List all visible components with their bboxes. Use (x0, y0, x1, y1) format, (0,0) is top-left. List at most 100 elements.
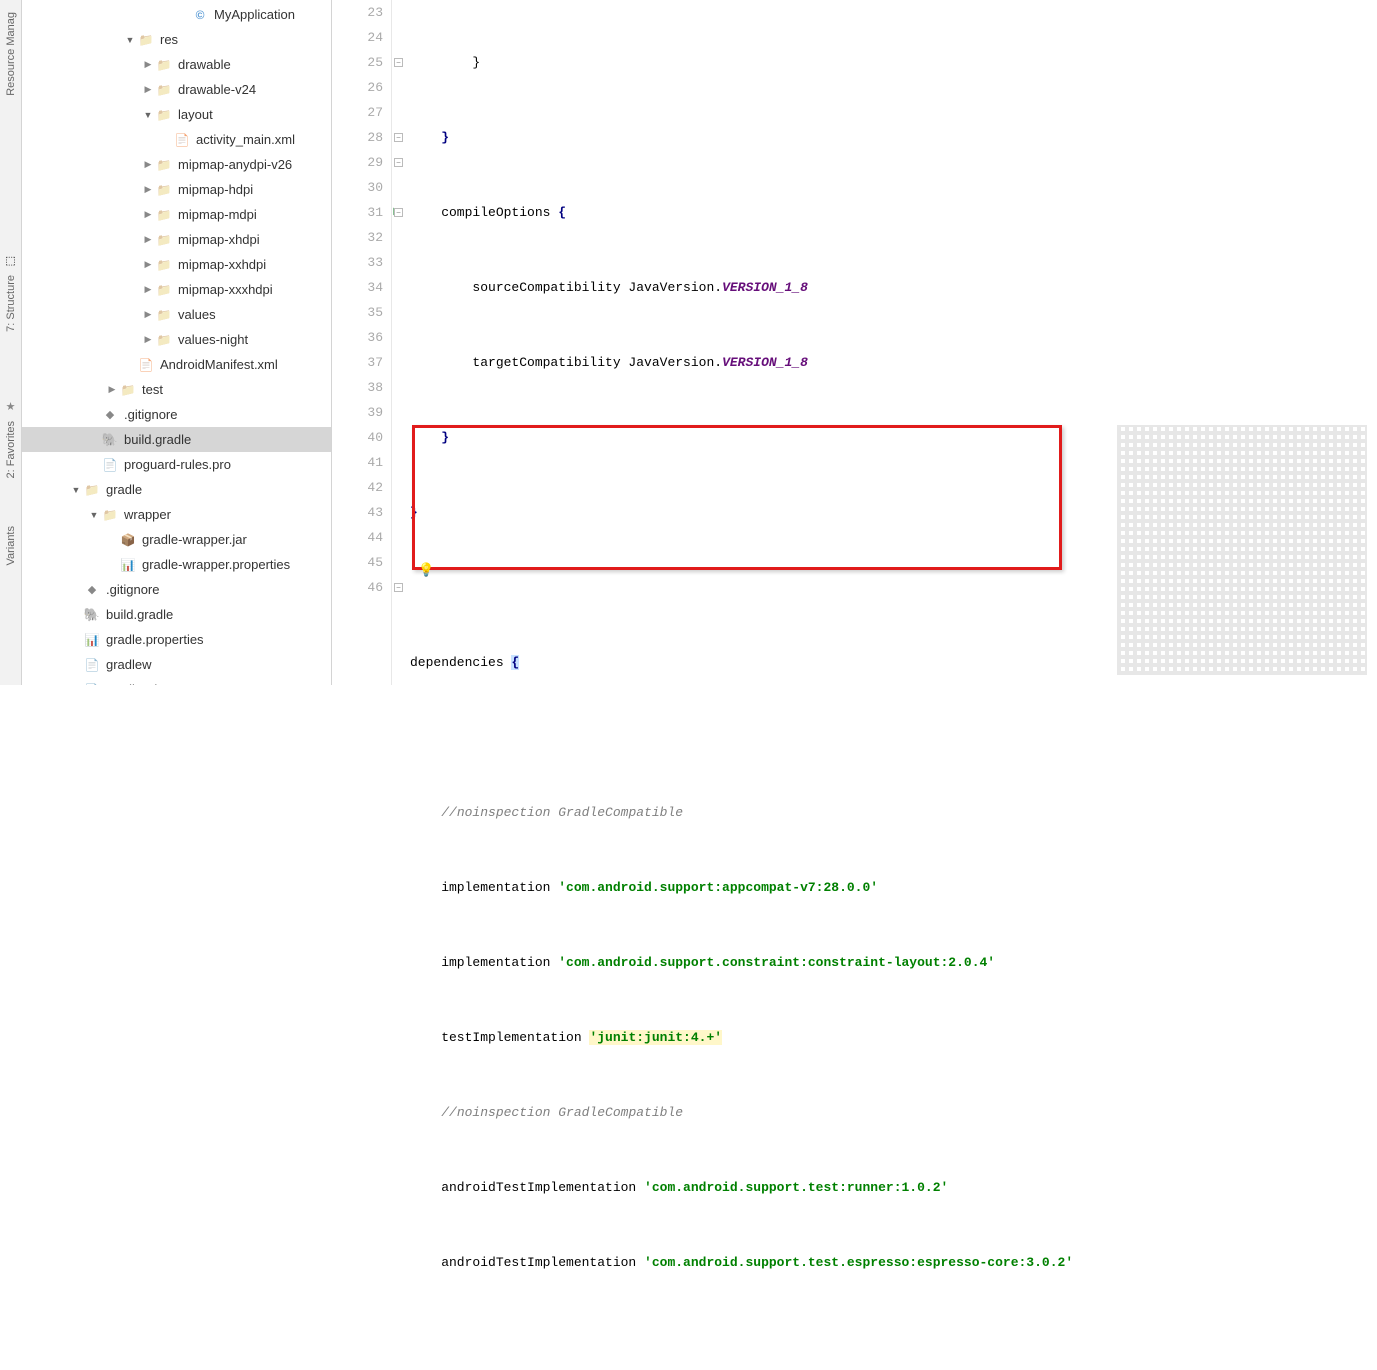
tree-arrow-icon[interactable] (88, 509, 100, 521)
tree-item[interactable]: layout (22, 102, 331, 127)
line-number[interactable]: 32 (332, 225, 383, 250)
project-tree[interactable]: MyApplication resdrawabledrawable-v24layo… (22, 0, 331, 685)
line-number[interactable]: 23 (332, 0, 383, 25)
tree-item[interactable]: gradlew (22, 652, 331, 677)
tree-item-label: mipmap-anydpi-v26 (178, 157, 292, 172)
code-line: compileOptions { (410, 200, 1377, 225)
code-line (410, 575, 1377, 600)
tree-item[interactable]: gradle-wrapper.properties (22, 552, 331, 577)
tree-item[interactable]: values-night (22, 327, 331, 352)
tree-item[interactable]: values (22, 302, 331, 327)
tree-item-label: build.gradle (124, 432, 191, 447)
tool-window-tabs: Resource Manag ⬚ 7: Structure ★ 2: Favor… (0, 0, 22, 685)
tree-arrow-icon[interactable] (106, 384, 118, 396)
qr-watermark (1117, 425, 1367, 675)
tree-arrow-icon[interactable] (142, 309, 154, 321)
line-number[interactable]: 26 (332, 75, 383, 100)
line-number[interactable]: 35 (332, 300, 383, 325)
tree-item[interactable]: wrapper (22, 502, 331, 527)
fold-column[interactable]: − − − − − (392, 0, 406, 685)
line-number[interactable]: 40 (332, 425, 383, 450)
line-number[interactable]: 42 (332, 475, 383, 500)
tree-item-label: gradle-wrapper.properties (142, 557, 290, 572)
line-number[interactable]: 36 (332, 325, 383, 350)
tree-arrow-icon[interactable] (142, 334, 154, 346)
lightbulb-icon[interactable]: 💡 (418, 558, 434, 583)
tree-arrow-icon[interactable] (142, 109, 154, 121)
line-number[interactable]: 27 (332, 100, 383, 125)
tree-item[interactable]: mipmap-xxhdpi (22, 252, 331, 277)
line-number[interactable]: 25 (332, 50, 383, 75)
line-number[interactable]: 39 (332, 400, 383, 425)
folder-icon (84, 482, 100, 498)
tree-item[interactable]: activity_main.xml (22, 127, 331, 152)
code-editor[interactable]: 232425262728293031▶323334353637383940414… (332, 0, 1377, 685)
line-number[interactable]: 34 (332, 275, 383, 300)
tab-favorites[interactable]: 2: Favorites (5, 421, 17, 478)
tree-item[interactable]: gradle-wrapper.jar (22, 527, 331, 552)
tree-item[interactable]: mipmap-xhdpi (22, 227, 331, 252)
folder-icon (156, 107, 172, 123)
tree-arrow-icon[interactable] (142, 209, 154, 221)
folder-icon (138, 32, 154, 48)
fold-toggle-icon[interactable]: − (394, 58, 403, 67)
tree-item[interactable]: drawable (22, 52, 331, 77)
tree-item[interactable]: build.gradle (22, 602, 331, 627)
tree-arrow-icon[interactable] (70, 484, 82, 496)
tree-item[interactable]: mipmap-anydpi-v26 (22, 152, 331, 177)
fold-toggle-icon[interactable]: − (394, 133, 403, 142)
tree-item[interactable]: MyApplication (22, 2, 331, 27)
tree-arrow-icon[interactable] (142, 259, 154, 271)
code-line: } (410, 425, 1377, 450)
tree-item[interactable]: gradle (22, 477, 331, 502)
tree-item[interactable]: res (22, 27, 331, 52)
tree-item[interactable]: .gitignore (22, 402, 331, 427)
line-number[interactable]: 46 (332, 575, 383, 600)
tree-item[interactable]: build.gradle (22, 427, 331, 452)
tree-item-label: MyApplication (214, 7, 295, 22)
tab-structure[interactable]: 7: Structure (5, 275, 17, 332)
tree-arrow-icon[interactable] (142, 234, 154, 246)
line-number[interactable]: 44 (332, 525, 383, 550)
tab-resource-manager[interactable]: Resource Manag (5, 12, 17, 96)
line-number[interactable]: 41 (332, 450, 383, 475)
tree-item[interactable]: .gitignore (22, 577, 331, 602)
line-number[interactable]: 37 (332, 350, 383, 375)
tree-item-label: activity_main.xml (196, 132, 295, 147)
tree-item[interactable]: mipmap-xxxhdpi (22, 277, 331, 302)
fold-toggle-icon[interactable]: − (394, 208, 403, 217)
line-number[interactable]: 28 (332, 125, 383, 150)
tree-arrow-icon[interactable] (142, 284, 154, 296)
tree-item[interactable]: mipmap-mdpi (22, 202, 331, 227)
tree-item-label: gradle.properties (106, 632, 204, 647)
tree-item[interactable]: drawable-v24 (22, 77, 331, 102)
tree-item[interactable]: AndroidManifest.xml (22, 352, 331, 377)
file-cls (192, 7, 208, 23)
tree-arrow-icon[interactable] (142, 59, 154, 71)
line-number[interactable]: 24 (332, 25, 383, 50)
line-number[interactable]: 38 (332, 375, 383, 400)
line-number[interactable]: 43 (332, 500, 383, 525)
tab-variants[interactable]: Variants (5, 526, 17, 566)
code-line: targetCompatibility JavaVersion.VERSION_… (410, 350, 1377, 375)
tree-item[interactable]: gradle.properties (22, 627, 331, 652)
line-number[interactable]: 30 (332, 175, 383, 200)
tree-item[interactable]: mipmap-hdpi (22, 177, 331, 202)
tree-arrow-icon[interactable] (142, 159, 154, 171)
tree-arrow-icon[interactable] (142, 84, 154, 96)
line-number[interactable]: 45 (332, 550, 383, 575)
tree-arrow-icon[interactable] (124, 34, 136, 46)
line-number[interactable]: 33 (332, 250, 383, 275)
tree-item[interactable]: gradlew.bat (22, 677, 331, 685)
tree-arrow-icon[interactable] (142, 184, 154, 196)
tree-item[interactable]: proguard-rules.pro (22, 452, 331, 477)
file-git (102, 407, 118, 423)
fold-toggle-icon[interactable]: − (394, 583, 403, 592)
project-tree-panel[interactable]: MyApplication resdrawabledrawable-v24layo… (22, 0, 332, 685)
fold-toggle-icon[interactable]: − (394, 158, 403, 167)
tree-item[interactable]: test (22, 377, 331, 402)
code-area[interactable]: } } compileOptions { sourceCompatibility… (406, 0, 1377, 685)
file-jar (120, 532, 136, 548)
line-number[interactable]: 29 (332, 150, 383, 175)
line-number[interactable]: 31▶ (332, 200, 383, 225)
